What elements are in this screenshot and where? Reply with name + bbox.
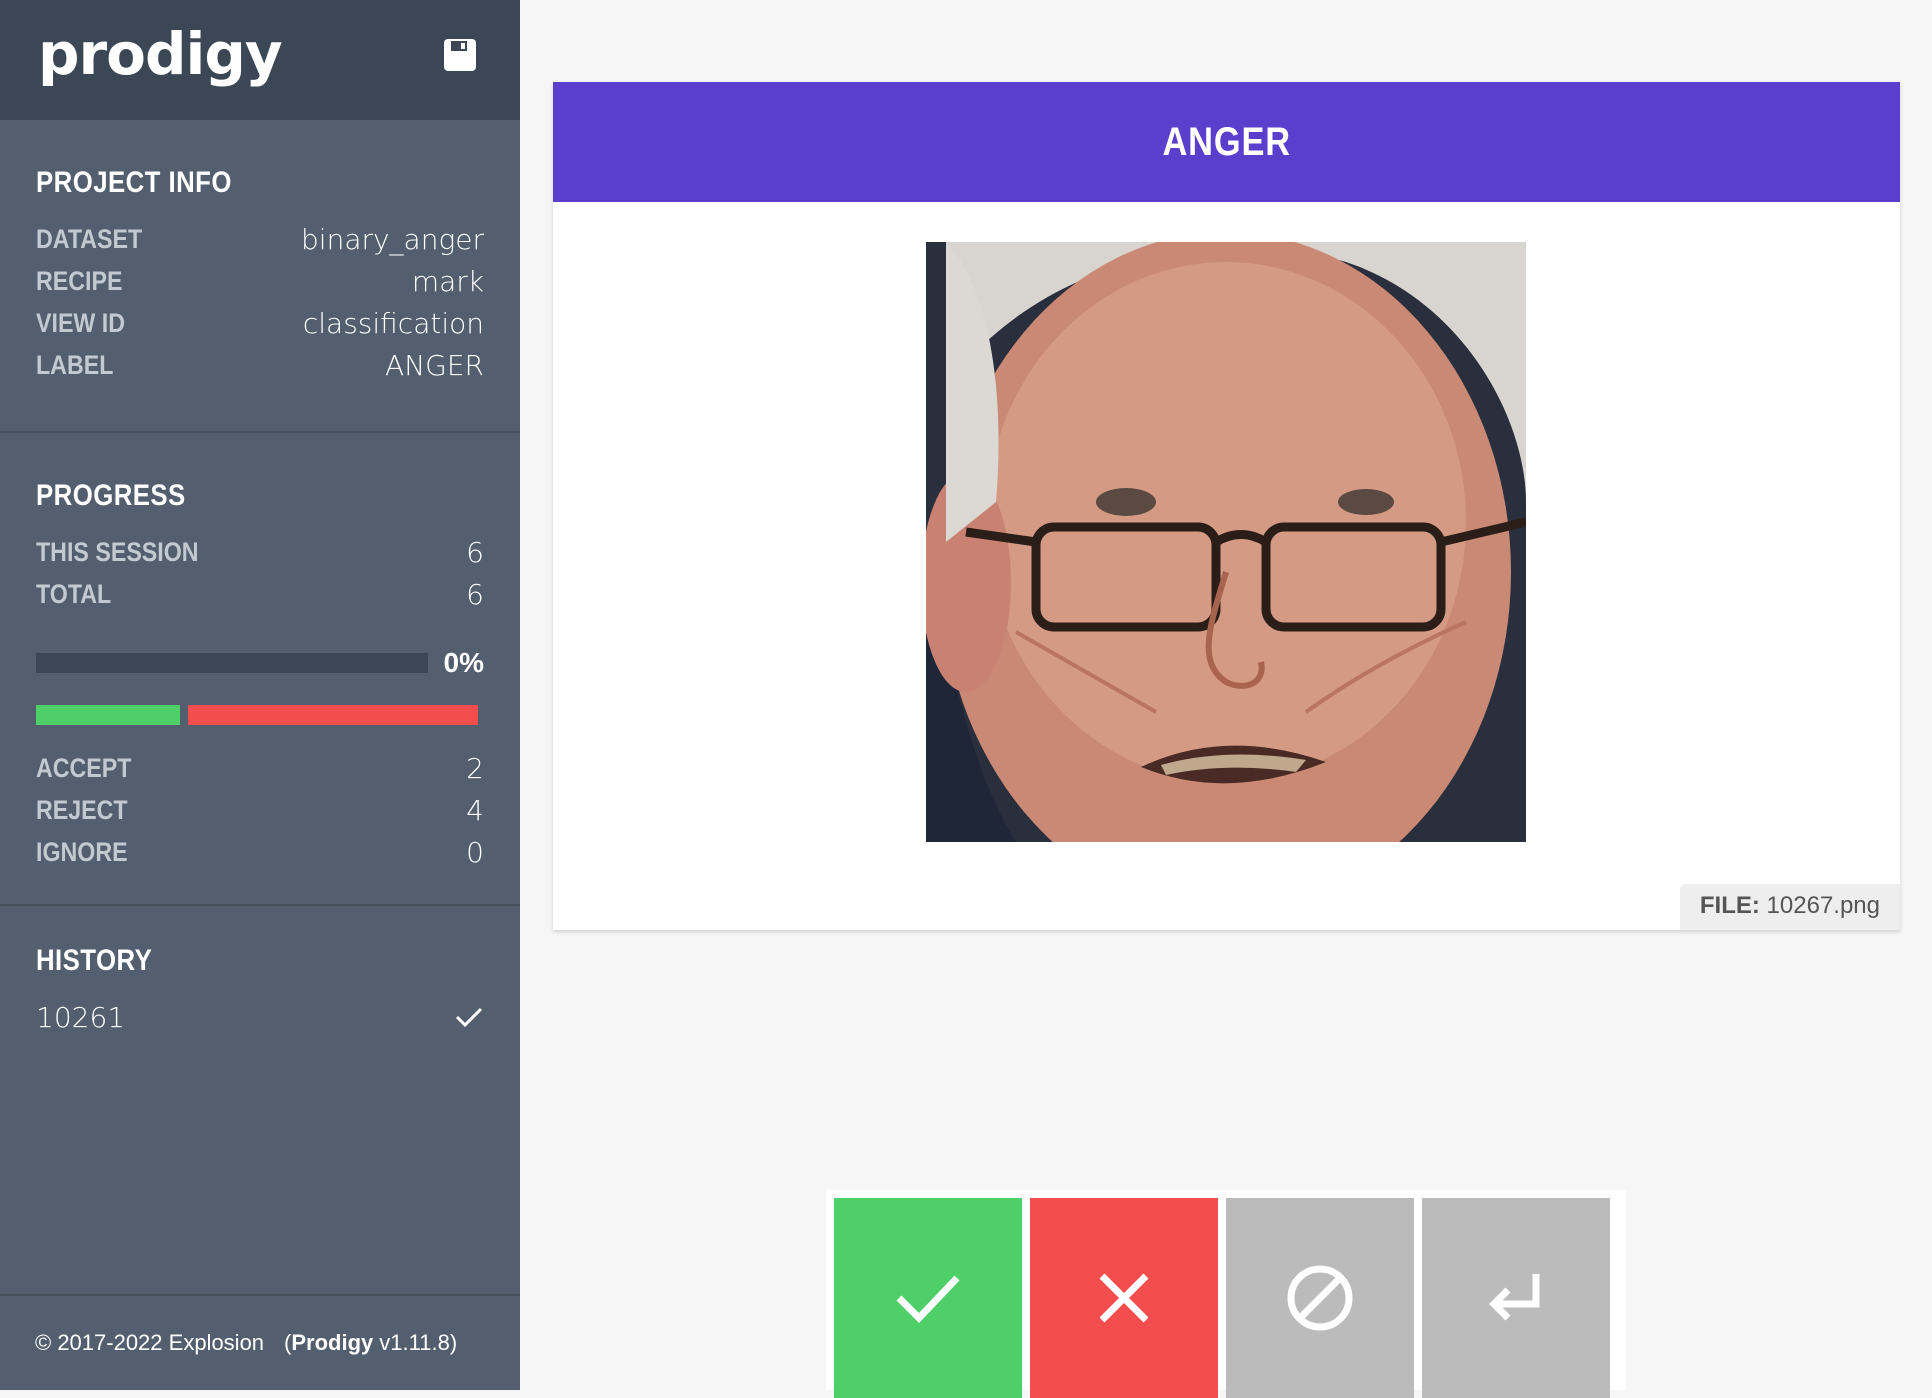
progress-row-total: TOTAL 6 [36,573,484,615]
count-value: 4 [466,793,484,827]
file-meta: FILE: 10267.png [1679,884,1900,930]
info-row-label: LABEL ANGER [36,344,484,386]
info-value: ANGER [385,348,484,382]
info-value: classification [302,306,484,340]
count-row-accept: ACCEPT 2 [36,747,484,789]
progress-bar: 0% [36,643,484,683]
copyright: © 2017-2022 Explosion [35,1330,265,1355]
progress-track [36,653,428,673]
label-header: ANGER [553,82,1900,202]
info-key: LABEL [36,349,114,380]
info-key: DATASET [36,223,143,254]
action-buttons [826,1190,1626,1398]
sidebar: prodigy PROJECT INFO DATASET binary_ange… [0,0,520,1390]
project-info-section: PROJECT INFO DATASET binary_anger RECIPE… [0,120,520,433]
save-icon[interactable] [443,38,477,72]
info-key: VIEW ID [36,307,126,338]
accept-reject-ratio-bar [36,705,484,725]
progress-title: PROGRESS [36,479,186,512]
count-value: 0 [466,835,484,869]
progress-section: PROGRESS THIS SESSION 6 TOTAL 6 0% ACCEP… [0,433,520,906]
count-row-ignore: IGNORE 0 [36,831,484,873]
task-image [926,242,1526,842]
count-row-reject: REJECT 4 [36,789,484,831]
sidebar-header: prodigy [0,0,520,120]
check-icon [896,1275,960,1324]
progress-percent: 0% [443,647,484,678]
sidebar-footer: © 2017-2022 Explosion (Prodigy v1.11.8) [0,1294,520,1390]
count-key: IGNORE [36,836,128,867]
ignore-icon [1287,1265,1353,1331]
product-name: Prodigy [291,1330,374,1355]
accept-button[interactable] [834,1198,1022,1398]
info-row-view-id: VIEW ID classification [36,302,484,344]
progress-value: 6 [466,535,484,569]
count-key: ACCEPT [36,752,132,783]
undo-icon [1489,1274,1540,1321]
version: v1.11.8 [379,1330,450,1355]
count-value: 2 [466,751,484,785]
accept-ratio [36,705,180,725]
project-info-title: PROJECT INFO [36,166,232,199]
history-item[interactable]: 10261 [36,996,484,1038]
info-value: mark [411,264,484,298]
history-item-id: 10261 [36,1000,126,1034]
progress-key: TOTAL [36,578,112,609]
history-section: HISTORY 10261 [0,906,520,1038]
progress-value: 6 [466,577,484,611]
info-value: binary_anger [301,222,484,256]
undo-button[interactable] [1422,1198,1610,1398]
info-row-dataset: DATASET binary_anger [36,218,484,260]
count-key: REJECT [36,794,128,825]
label-title: ANGER [1162,119,1291,164]
close-icon [1099,1273,1149,1323]
progress-row-session: THIS SESSION 6 [36,531,484,573]
reject-ratio [188,705,478,725]
info-key: RECIPE [36,265,123,296]
ignore-button[interactable] [1226,1198,1414,1398]
reject-button[interactable] [1030,1198,1218,1398]
history-title: HISTORY [36,944,153,977]
annotation-card: ANGER FILE: 10267.png [553,82,1900,930]
progress-key: THIS SESSION [36,536,199,567]
face-photo [926,242,1526,842]
check-icon [455,1007,483,1028]
file-meta-key: FILE: [1699,892,1760,919]
info-row-recipe: RECIPE mark [36,260,484,302]
prodigy-logo: prodigy [38,20,283,88]
file-meta-value: 10267.png [1766,892,1880,919]
